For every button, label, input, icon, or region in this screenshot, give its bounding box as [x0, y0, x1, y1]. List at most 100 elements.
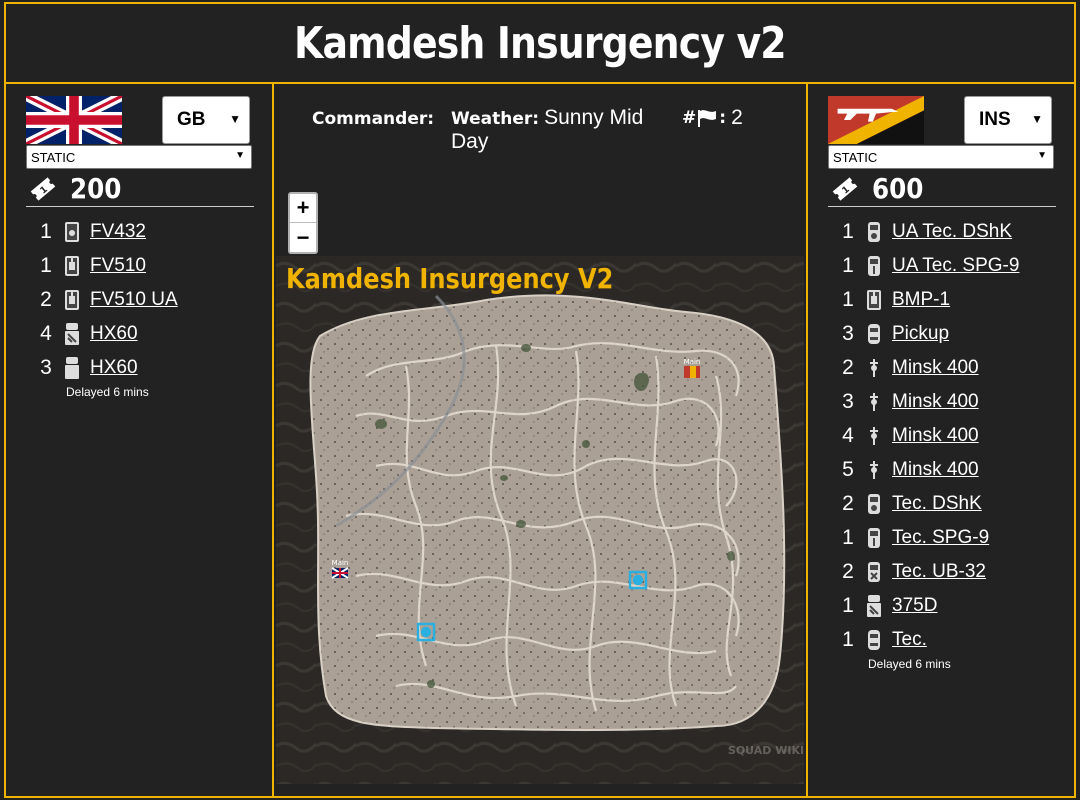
- list-item: 4 Minsk 400: [836, 419, 1019, 453]
- vehicle-link[interactable]: Minsk 400: [892, 425, 979, 447]
- commander-label: Commander:: [312, 109, 435, 129]
- svg-text:Main: Main: [684, 358, 701, 366]
- list-item: 1 BMP-1: [836, 283, 1019, 317]
- list-item: 3 Pickup: [836, 317, 1019, 351]
- vehicle-count: 1: [842, 526, 854, 549]
- team1-main-base-icon: Main: [331, 559, 349, 579]
- list-item: 5 Minsk 400: [836, 453, 1019, 487]
- vehicle-count: 3: [842, 390, 854, 413]
- vehicle-link[interactable]: Minsk 400: [892, 357, 979, 379]
- technical-icon: [868, 256, 880, 276]
- team1-mode-value: STATIC: [31, 149, 76, 165]
- zoom-in-button[interactable]: +: [290, 194, 316, 223]
- motorcycle-icon: [870, 461, 878, 479]
- ifv-icon: [867, 290, 881, 310]
- vehicle-count: 5: [842, 458, 854, 481]
- list-item: 1 375D: [836, 589, 1019, 623]
- flag-count-info: # : 2: [682, 106, 743, 129]
- commander-info: Commander:: [312, 106, 434, 130]
- vehicle-link[interactable]: 375D: [892, 595, 937, 617]
- vehicle-link[interactable]: FV510 UA: [90, 289, 178, 311]
- chevron-down-icon: ▼: [229, 112, 241, 126]
- vehicle-count: 4: [40, 322, 52, 345]
- team2-tickets: 1 600: [828, 171, 1056, 207]
- flag-count-label: #: [682, 108, 697, 128]
- vehicle-count: 2: [40, 288, 52, 311]
- team1-mode-select[interactable]: STATIC ▼: [26, 145, 252, 169]
- motorcycle-icon: [870, 359, 878, 377]
- vehicle-link[interactable]: Pickup: [892, 323, 949, 345]
- vehicle-count: 1: [842, 254, 854, 277]
- layout-frame: Kamdesh Insurgency v2 GB ▼ STATIC ▼ 1 20…: [4, 2, 1076, 798]
- delay-note: Delayed 6 mins: [868, 657, 951, 671]
- vehicle-count: 1: [842, 628, 854, 651]
- map-title: Kamdesh Insurgency V2: [286, 262, 614, 295]
- team2-main-base-icon: Main: [684, 358, 701, 378]
- vehicle-link[interactable]: HX60: [90, 357, 138, 379]
- car-icon: [868, 630, 880, 650]
- vehicle-count: 2: [842, 560, 854, 583]
- apc-icon: [65, 222, 79, 242]
- list-item: 1 UA Tec. DShK: [836, 215, 1019, 249]
- logistics-truck-icon: [867, 595, 881, 617]
- vehicle-link[interactable]: FV432: [90, 221, 146, 243]
- list-item: 2 Tec. UB-32: [836, 555, 1019, 589]
- vehicle-link[interactable]: Minsk 400: [892, 459, 979, 481]
- list-item: 1 FV432: [34, 215, 178, 249]
- car-icon: [868, 324, 880, 344]
- ticket-icon: 1: [30, 176, 56, 201]
- vehicle-count: 4: [842, 424, 854, 447]
- team2-faction-select[interactable]: INS ▼: [964, 96, 1052, 144]
- vehicle-count: 3: [842, 322, 854, 345]
- team1-ticket-count: 200: [70, 172, 122, 205]
- vehicle-link[interactable]: Minsk 400: [892, 391, 979, 413]
- header: Kamdesh Insurgency v2: [6, 4, 1074, 84]
- vehicle-link[interactable]: Tec. DShK: [892, 493, 982, 515]
- zoom-out-button[interactable]: −: [290, 223, 316, 252]
- vehicle-link[interactable]: Tec.: [892, 629, 927, 651]
- list-item: 3 HX60: [34, 351, 178, 385]
- vehicle-link[interactable]: Tec. SPG-9: [892, 527, 989, 549]
- insurgent-flag-icon: [828, 96, 924, 144]
- ifv-icon: [65, 256, 79, 276]
- map-view[interactable]: Main Main SQUAD WIKI Kamdesh Insurgency …: [276, 256, 804, 784]
- logistics-truck-icon: [65, 323, 79, 345]
- vehicle-count: 3: [40, 356, 52, 379]
- team1-faction-select[interactable]: GB ▼: [162, 96, 250, 144]
- vehicle-link[interactable]: FV510: [90, 255, 146, 277]
- vehicle-link[interactable]: UA Tec. SPG-9: [892, 255, 1019, 277]
- map-watermark: SQUAD WIKI: [728, 744, 804, 757]
- motorcycle-icon: [870, 393, 878, 411]
- vehicle-count: 1: [40, 220, 52, 243]
- vehicle-link[interactable]: Tec. UB-32: [892, 561, 986, 583]
- team1-tickets: 1 200: [26, 171, 254, 207]
- vehicle-link[interactable]: HX60: [90, 323, 138, 345]
- weather-info: Weather: Sunny Mid Day: [451, 106, 651, 154]
- map-image: Main Main SQUAD WIKI: [276, 256, 804, 784]
- technical-icon: [868, 494, 880, 514]
- transport-truck-icon: [65, 357, 79, 379]
- vehicle-link[interactable]: BMP-1: [892, 289, 950, 311]
- team1-panel: GB ▼ STATIC ▼ 1 200 1 FV432 1 FV510 2 FV…: [6, 84, 274, 796]
- list-item: 4 HX60: [34, 317, 178, 351]
- team2-mode-select[interactable]: STATIC ▼: [828, 145, 1054, 169]
- vehicle-count: 1: [842, 220, 854, 243]
- vehicle-count: 2: [842, 356, 854, 379]
- technical-icon: [868, 528, 880, 548]
- chevron-down-icon: ▼: [1037, 150, 1047, 161]
- ticket-icon: 1: [832, 176, 858, 201]
- team2-ticket-count: 600: [872, 172, 924, 205]
- page-title: Kamdesh Insurgency v2: [294, 17, 787, 69]
- team2-faction-value: INS: [979, 109, 1011, 130]
- map-panel: Commander: Weather: Sunny Mid Day # : 2 …: [274, 84, 806, 796]
- vehicle-count: 1: [40, 254, 52, 277]
- team2-mode-value: STATIC: [833, 149, 878, 165]
- united-kingdom-flag-icon: [26, 96, 122, 144]
- team2-vehicle-list: 1 UA Tec. DShK 1 UA Tec. SPG-9 1 BMP-1 3…: [836, 215, 1019, 657]
- list-item: 2 Tec. DShK: [836, 487, 1019, 521]
- chevron-down-icon: ▼: [235, 150, 245, 161]
- weather-label: Weather:: [451, 109, 540, 129]
- vehicle-link[interactable]: UA Tec. DShK: [892, 221, 1012, 243]
- team1-vehicle-list: 1 FV432 1 FV510 2 FV510 UA 4 HX60 3 HX60: [34, 215, 178, 385]
- delay-note: Delayed 6 mins: [66, 385, 149, 399]
